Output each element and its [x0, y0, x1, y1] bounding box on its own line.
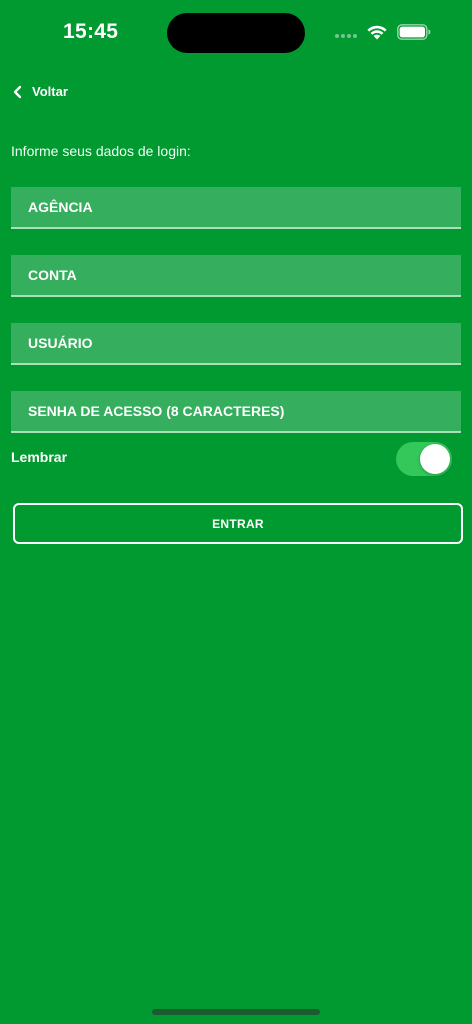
back-button[interactable]: Voltar [12, 84, 68, 99]
enter-button[interactable]: ENTRAR [13, 503, 463, 544]
remember-toggle[interactable] [396, 442, 452, 476]
remember-label: Lembrar [11, 449, 68, 465]
cellular-signal-icon [335, 34, 357, 38]
wifi-icon [367, 25, 387, 40]
home-indicator[interactable] [152, 1009, 320, 1015]
chevron-left-icon [13, 85, 22, 98]
login-instructions: Informe seus dados de login: [11, 143, 191, 159]
usuario-field[interactable] [11, 323, 461, 365]
status-bar: 15:45 [0, 0, 472, 64]
back-label: Voltar [32, 84, 68, 99]
dynamic-island [167, 13, 305, 53]
status-time: 15:45 [63, 20, 119, 43]
toggle-knob [420, 444, 450, 474]
senha-field[interactable] [11, 391, 461, 433]
agencia-input[interactable] [11, 187, 461, 227]
conta-input[interactable] [11, 255, 461, 295]
usuario-input[interactable] [11, 323, 461, 363]
password-input[interactable] [11, 391, 461, 431]
battery-icon [397, 24, 431, 40]
agencia-field[interactable] [11, 187, 461, 229]
conta-field[interactable] [11, 255, 461, 297]
